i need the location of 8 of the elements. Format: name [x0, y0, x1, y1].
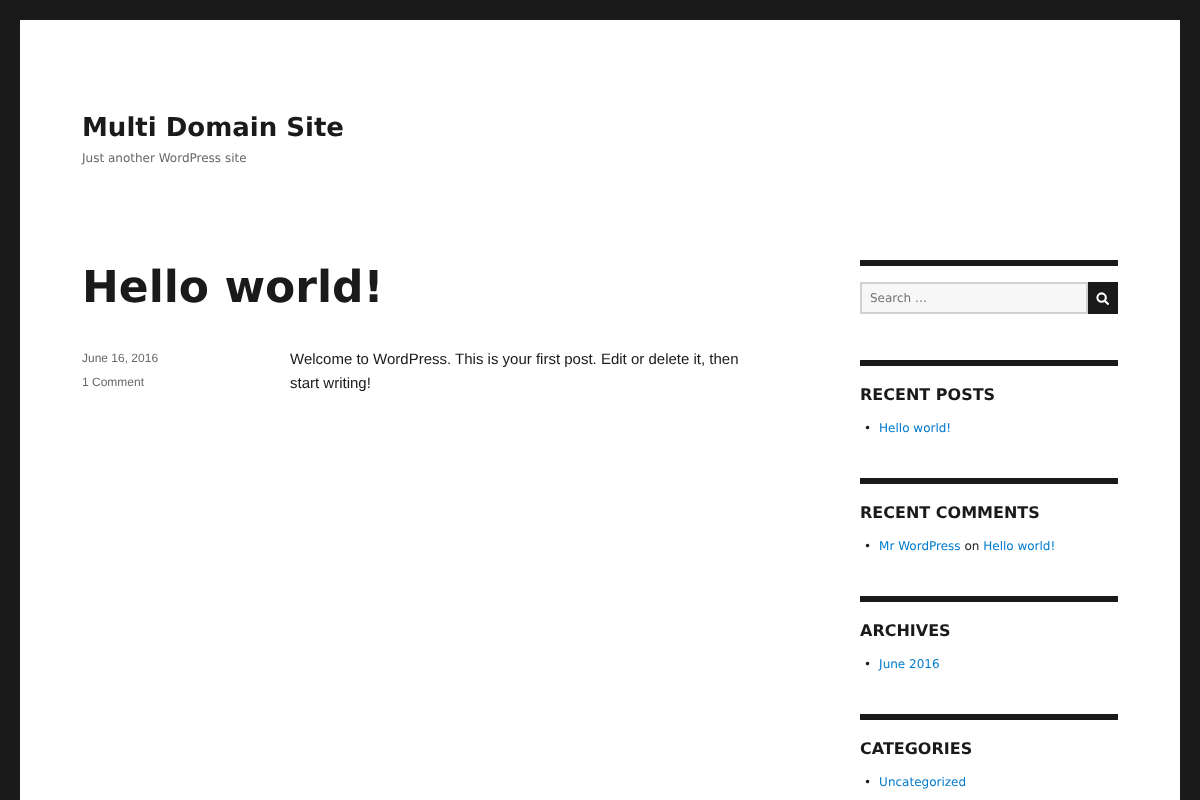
widget-title: CATEGORIES — [860, 740, 975, 760]
widget-title: RECENT POSTS — [860, 386, 998, 406]
search-button[interactable] — [1088, 282, 1118, 314]
site-title[interactable]: Multi Domain Site — [82, 114, 760, 146]
post-title[interactable]: Hello world! — [82, 264, 760, 316]
widget-title: ARCHIVES — [860, 622, 953, 642]
widget-title: RECENT COMMENTS — [860, 504, 1042, 524]
search-icon — [1096, 291, 1110, 305]
